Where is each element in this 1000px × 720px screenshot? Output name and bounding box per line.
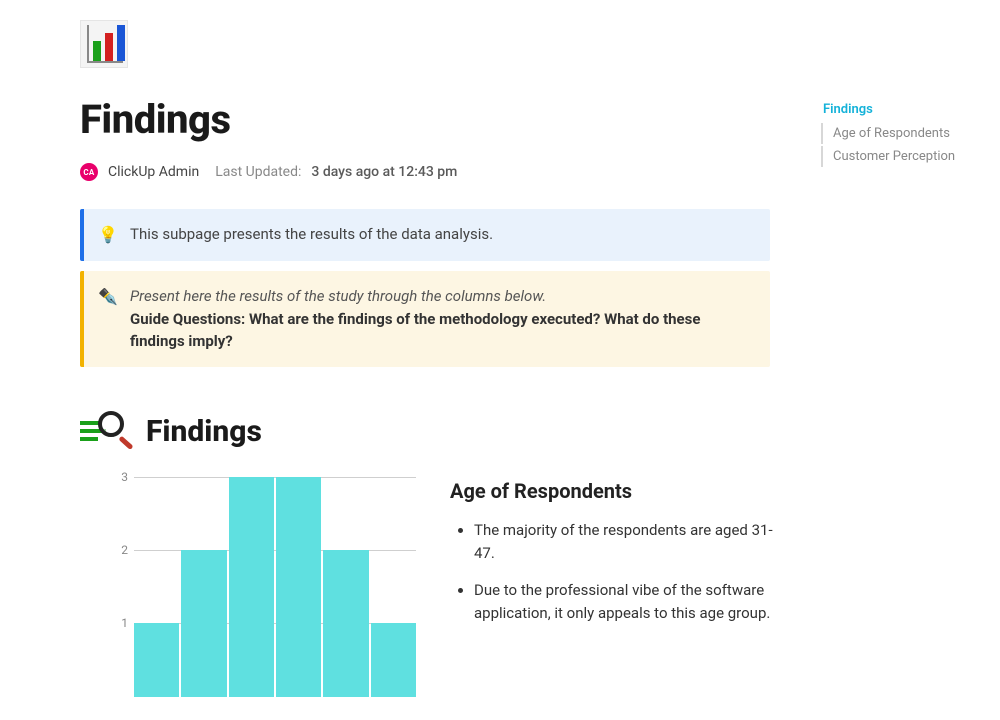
text-column: Age of Respondents The majority of the r… xyxy=(450,477,780,640)
toc-title[interactable]: Findings xyxy=(819,98,984,123)
chart-y-tick: 3 xyxy=(112,470,128,484)
pen-icon: ✒️ xyxy=(98,285,116,309)
author-avatar[interactable]: CA xyxy=(80,163,98,181)
last-updated-value: 3 days ago at 12:43 pm xyxy=(311,164,457,180)
callout-info-text: This subpage presents the results of the… xyxy=(130,223,752,246)
chart-bar xyxy=(371,623,416,696)
callout-guide-questions: Guide Questions: What are the findings o… xyxy=(130,310,700,351)
chart-bar xyxy=(276,477,321,697)
chart-column: 123 xyxy=(80,477,410,697)
age-chart: 123 xyxy=(90,477,420,697)
findings-list: The majority of the respondents are aged… xyxy=(450,519,780,626)
page-title: Findings xyxy=(80,96,780,143)
chart-bar xyxy=(323,550,368,697)
findings-columns: 123 Age of Respondents The majority of t… xyxy=(80,477,780,697)
callout-info: 💡 This subpage presents the results of t… xyxy=(80,209,770,261)
document-page: Findings CA ClickUp Admin Last Updated: … xyxy=(0,0,780,697)
page-icon-bar-chart-icon xyxy=(80,20,128,68)
author-name[interactable]: ClickUp Admin xyxy=(108,164,199,180)
callout-guide-content: Present here the results of the study th… xyxy=(130,285,752,353)
chart-y-tick: 1 xyxy=(112,616,128,630)
chart-bar xyxy=(181,550,226,697)
chart-bar xyxy=(229,477,274,697)
section-heading-text: Findings xyxy=(146,414,262,449)
section-heading: Findings xyxy=(80,411,780,453)
subsection-heading: Age of Respondents xyxy=(450,479,780,503)
byline: CA ClickUp Admin Last Updated: 3 days ag… xyxy=(80,163,780,181)
chart-y-tick: 2 xyxy=(112,543,128,557)
callout-guide: ✒️ Present here the results of the study… xyxy=(80,271,770,367)
table-of-contents: Findings Age of Respondents Customer Per… xyxy=(819,98,984,167)
list-item: The majority of the respondents are aged… xyxy=(474,519,780,566)
chart-bar xyxy=(134,623,179,696)
chart-bars xyxy=(134,477,416,697)
lightbulb-icon: 💡 xyxy=(98,223,116,247)
callout-guide-intro: Present here the results of the study th… xyxy=(130,287,546,305)
chart-plot-area: 123 xyxy=(134,477,416,697)
last-updated-label: Last Updated: xyxy=(215,164,301,180)
magnifier-lines-icon xyxy=(80,411,136,453)
toc-item-perception[interactable]: Customer Perception xyxy=(821,146,984,167)
toc-item-age[interactable]: Age of Respondents xyxy=(821,123,984,144)
list-item: Due to the professional vibe of the soft… xyxy=(474,579,780,626)
